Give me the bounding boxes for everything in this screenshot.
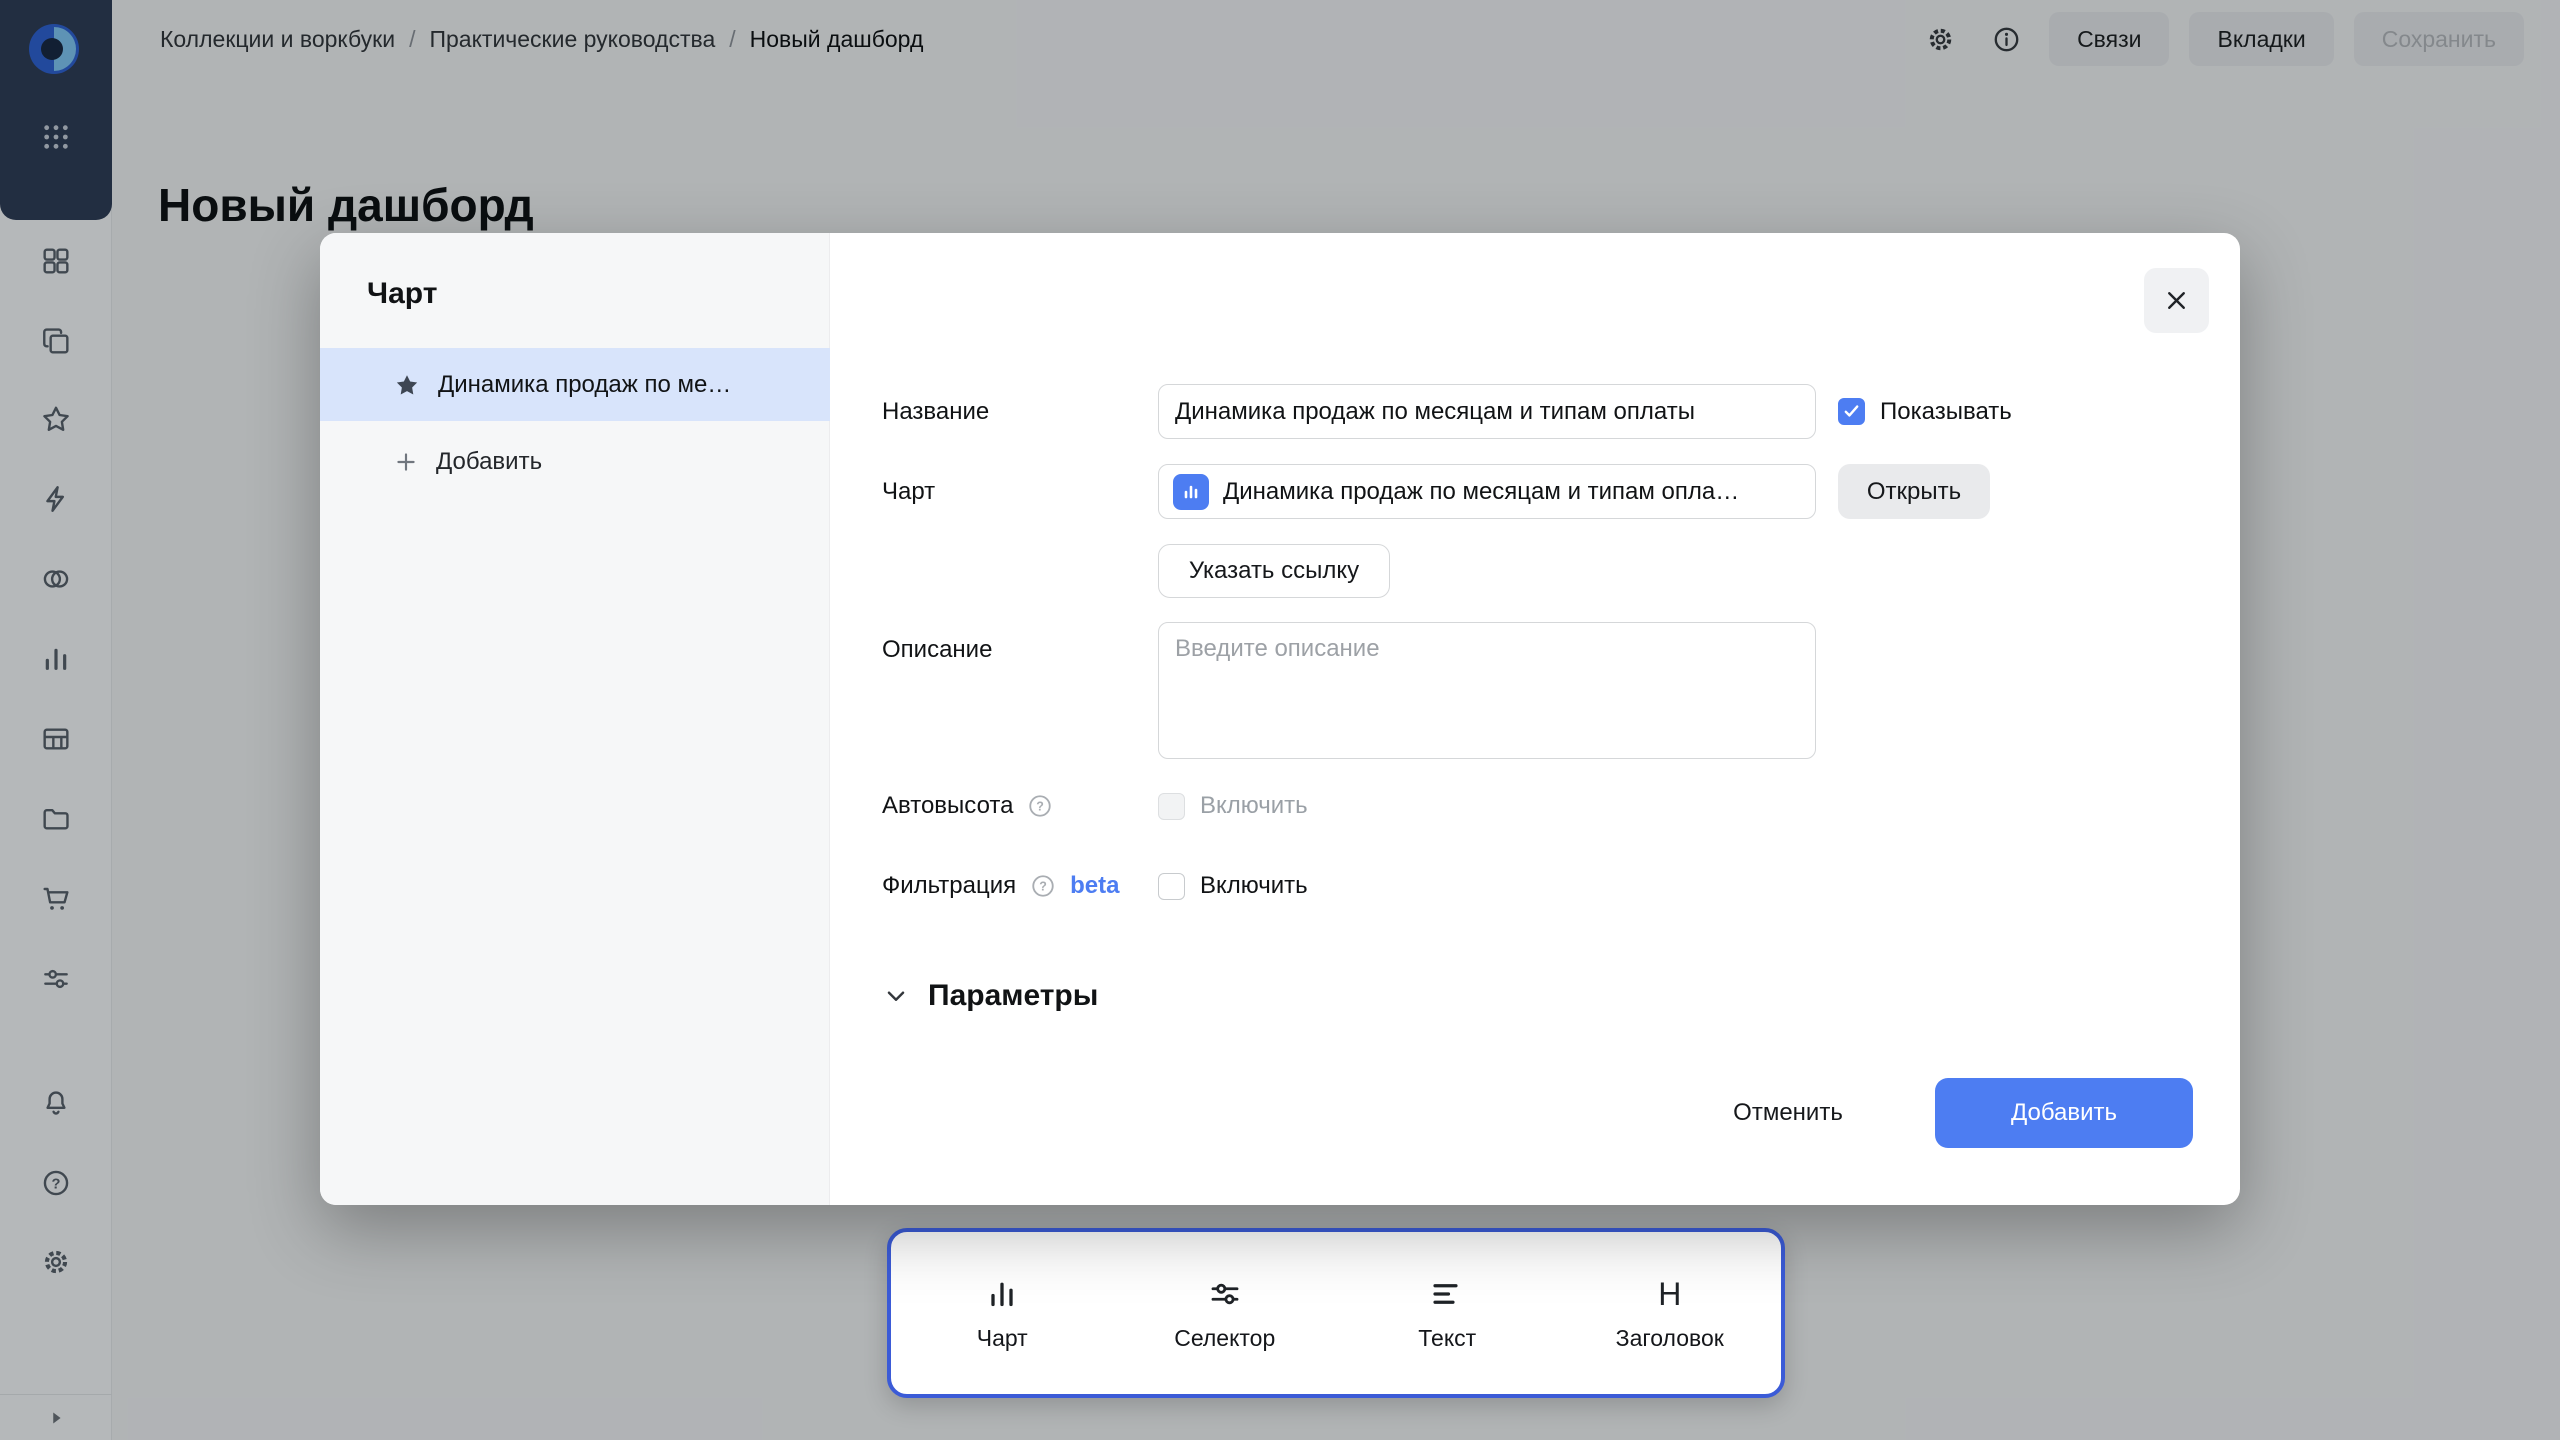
autoheight-checkbox-row: Включить xyxy=(1158,784,1308,828)
app-root: ? Коллекции и воркбуки / Практические ру… xyxy=(0,0,2560,1440)
heading-glyph: H xyxy=(1658,1275,1682,1312)
filtering-help-icon[interactable]: ? xyxy=(1030,873,1056,899)
autoheight-checkbox-label: Включить xyxy=(1200,792,1308,819)
toolbar-item-label: Заголовок xyxy=(1615,1324,1724,1351)
plus-icon xyxy=(397,453,415,471)
parameters-section-toggle[interactable]: Параметры xyxy=(882,968,1098,1024)
svg-text:?: ? xyxy=(1039,880,1047,894)
toolbar-item-label: Текст xyxy=(1418,1324,1477,1351)
toolbar-item-selector[interactable]: Селектор xyxy=(1114,1232,1337,1394)
toolbar-item-heading[interactable]: H Заголовок xyxy=(1559,1232,1782,1394)
chart-list-item[interactable]: Динамика продаж по ме… xyxy=(320,348,830,421)
toolbar-item-label: Чарт xyxy=(976,1324,1028,1351)
chart-select-field[interactable]: Динамика продаж по месяцам и типам опла… xyxy=(1158,464,1816,519)
add-item-button[interactable]: Добавить xyxy=(320,432,830,492)
star-icon xyxy=(396,374,418,394)
toolbar-item-chart[interactable]: Чарт xyxy=(891,1232,1114,1394)
description-label: Описание xyxy=(882,622,992,677)
description-textarea[interactable] xyxy=(1158,622,1816,759)
name-label-text: Название xyxy=(882,397,990,425)
modal-items-panel: Чарт Динамика продаж по ме… Добавить xyxy=(320,233,830,1205)
filtering-label: Фильтрация ? beta xyxy=(882,864,1119,908)
panel-title: Чарт xyxy=(367,277,438,310)
chart-type-icon xyxy=(1173,473,1209,510)
selector-sliders-icon xyxy=(1207,1275,1243,1313)
name-label: Название xyxy=(882,384,989,439)
filtering-label-text: Фильтрация xyxy=(882,872,1017,899)
description-label-text: Описание xyxy=(882,635,993,663)
chevron-down-icon xyxy=(887,991,905,1001)
autoheight-label: Автовысота ? xyxy=(882,784,1053,828)
cancel-button[interactable]: Отменить xyxy=(1718,1084,1858,1142)
beta-badge: beta xyxy=(1070,872,1120,899)
autoheight-label-text: Автовысота xyxy=(882,792,1014,819)
autoheight-checkbox[interactable] xyxy=(1158,792,1185,820)
parameters-label: Параметры xyxy=(928,979,1099,1012)
open-chart-button[interactable]: Открыть xyxy=(1838,464,1990,519)
widgets-toolbar: Чарт Селектор Текст H Заголовок xyxy=(887,1228,1785,1398)
close-button[interactable] xyxy=(2144,268,2209,333)
filtering-checkbox[interactable] xyxy=(1158,872,1185,900)
name-input[interactable] xyxy=(1158,384,1816,439)
autoheight-help-icon[interactable]: ? xyxy=(1027,793,1053,819)
add-button[interactable]: Добавить xyxy=(1935,1078,2193,1148)
filtering-checkbox-row: Включить xyxy=(1158,864,1308,908)
show-checkbox[interactable] xyxy=(1838,398,1865,425)
add-chart-modal: Чарт Динамика продаж по ме… Добавить Наз… xyxy=(320,233,2240,1205)
chart-field-value: Динамика продаж по месяцам и типам опла… xyxy=(1223,477,1740,505)
toolbar-item-label: Селектор xyxy=(1174,1324,1276,1351)
specify-link-button[interactable]: Указать ссылку xyxy=(1158,544,1390,598)
filtering-checkbox-label: Включить xyxy=(1200,872,1308,899)
show-checkbox-label: Показывать xyxy=(1880,397,2012,425)
text-lines-icon xyxy=(1429,1275,1465,1313)
add-item-label: Добавить xyxy=(436,448,543,475)
chart-bar-icon xyxy=(984,1275,1020,1313)
check-icon xyxy=(1844,405,1859,417)
show-checkbox-row: Показывать xyxy=(1838,384,2012,439)
chart-label-text: Чарт xyxy=(882,477,936,505)
svg-text:?: ? xyxy=(1037,800,1045,814)
chart-list-item-label: Динамика продаж по ме… xyxy=(438,370,732,398)
chart-label: Чарт xyxy=(882,464,935,519)
heading-icon: H xyxy=(1658,1275,1681,1313)
close-icon xyxy=(2168,292,2185,309)
toolbar-item-text[interactable]: Текст xyxy=(1336,1232,1559,1394)
